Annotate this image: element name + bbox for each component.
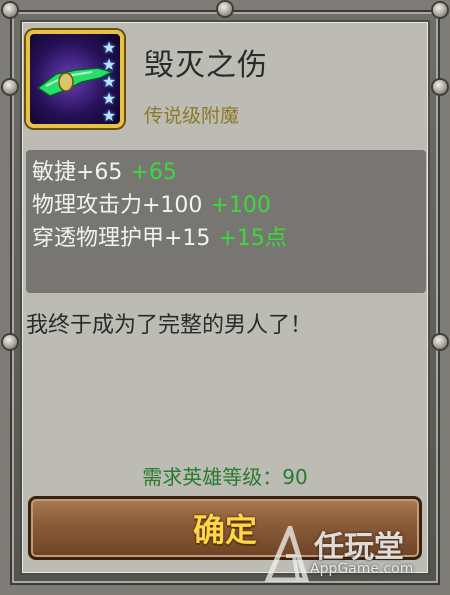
rivet-corner-tl — [3, 3, 17, 17]
stat-row: 穿透物理护甲+15 +15点 — [32, 222, 420, 255]
item-description: 我终于成为了完整的男人了！ — [26, 313, 313, 338]
item-name: 毁灭之伤 — [144, 48, 268, 83]
rivet-left-1 — [3, 80, 17, 94]
star-icon: ★ — [101, 55, 117, 74]
rivet-right-2 — [433, 335, 447, 349]
stat-base: 穿透物理护甲+15 — [32, 226, 211, 251]
item-grade: 传说级附魔 — [144, 105, 240, 127]
rivet-top — [218, 2, 232, 16]
stat-base: 物理攻击力+100 — [32, 193, 203, 218]
star-icon: ★ — [101, 89, 117, 108]
watermark-url: AppGame.com — [310, 561, 414, 577]
rivet-corner-tr — [433, 3, 447, 17]
confirm-label: 确定 — [192, 511, 257, 549]
appgame-logo-icon — [264, 526, 310, 582]
stat-bonus: +100 — [210, 193, 271, 218]
rivet-right-1 — [433, 80, 447, 94]
stat-base: 敏捷+65 — [32, 160, 123, 185]
star-icon: ★ — [101, 72, 117, 91]
watermark-brand: 任玩堂 — [314, 530, 404, 565]
stat-bonus: +15点 — [218, 226, 287, 251]
level-requirement: 需求英雄等级：90 — [142, 465, 308, 489]
item-icon-frame: ★ ★ ★ ★ ★ — [26, 30, 124, 128]
stat-row: 敏捷+65 +65 — [32, 156, 420, 189]
star-icon: ★ — [101, 38, 117, 57]
rivet-left-2 — [3, 335, 17, 349]
stats-box: 敏捷+65 +65 物理攻击力+100 +100 穿透物理护甲+15 +15点 — [26, 150, 426, 293]
stat-bonus: +65 — [130, 160, 177, 185]
stat-row: 物理攻击力+100 +100 — [32, 189, 420, 222]
watermark: 任玩堂 AppGame.com — [262, 520, 442, 590]
star-rating: ★ ★ ★ ★ ★ — [101, 40, 117, 124]
star-icon: ★ — [101, 106, 117, 125]
